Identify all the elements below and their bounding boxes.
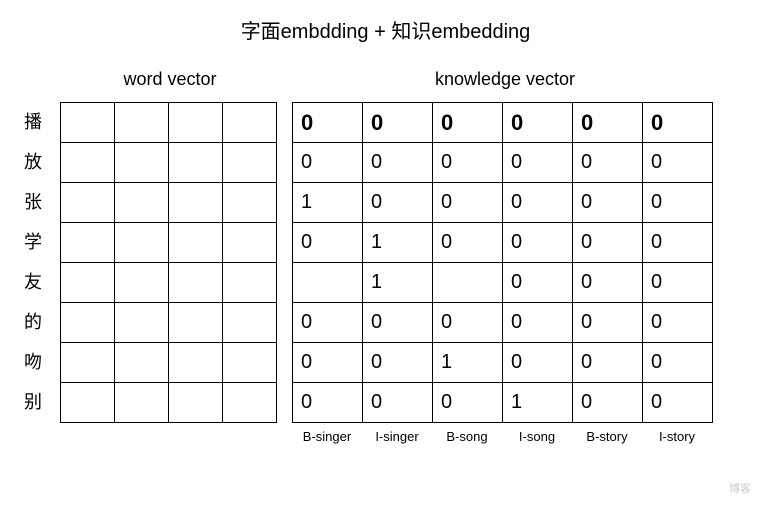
cell: 0 xyxy=(643,303,713,343)
table-row: 0 0 0 1 0 0 xyxy=(293,383,713,423)
cell: 0 xyxy=(363,103,433,143)
cell: 0 xyxy=(573,143,643,183)
cell: 0 xyxy=(433,103,503,143)
cell: 0 xyxy=(643,263,713,303)
cell: 0 xyxy=(293,223,363,263)
cell: 1 xyxy=(363,223,433,263)
table-row xyxy=(61,263,277,303)
row-label: 别 xyxy=(20,382,60,422)
cell: 0 xyxy=(643,223,713,263)
page-title: 字面embdding + 知识embedding xyxy=(20,15,751,44)
table-row xyxy=(61,223,277,263)
cell: 0 xyxy=(363,183,433,223)
cell xyxy=(433,263,503,303)
knowledge-vector-table: 0 0 0 0 0 0 0 0 0 0 0 0 1 0 0 0 0 0 xyxy=(292,102,713,423)
col-label: I-singer xyxy=(362,429,432,444)
table-row: 0 0 0 0 0 0 xyxy=(293,143,713,183)
col-label: B-story xyxy=(572,429,642,444)
row-label: 学 xyxy=(20,222,60,262)
cell: 0 xyxy=(433,383,503,423)
word-vector-label: word vector xyxy=(60,69,280,90)
cell: 0 xyxy=(573,263,643,303)
cell: 1 xyxy=(503,383,573,423)
row-label: 放 xyxy=(20,142,60,182)
cell: 0 xyxy=(573,223,643,263)
cell: 0 xyxy=(293,303,363,343)
cell: 0 xyxy=(573,183,643,223)
row-labels: 播 放 张 学 友 的 吻 别 xyxy=(20,102,60,422)
cell: 0 xyxy=(363,343,433,383)
cell xyxy=(293,263,363,303)
table-row: 1 0 0 0 0 0 xyxy=(293,183,713,223)
table-row xyxy=(61,183,277,223)
table-row xyxy=(61,143,277,183)
cell: 0 xyxy=(503,303,573,343)
col-label: B-song xyxy=(432,429,502,444)
diagram: 播 放 张 学 友 的 吻 别 0 0 0 0 0 0 0 xyxy=(20,102,751,444)
cell: 0 xyxy=(503,343,573,383)
cell: 0 xyxy=(433,183,503,223)
row-label: 的 xyxy=(20,302,60,342)
cell: 0 xyxy=(293,103,363,143)
row-label: 张 xyxy=(20,182,60,222)
cell: 0 xyxy=(573,303,643,343)
cell: 0 xyxy=(363,303,433,343)
knowledge-vector-label: knowledge vector xyxy=(295,69,715,90)
cell: 0 xyxy=(293,143,363,183)
row-label: 吻 xyxy=(20,342,60,382)
cell: 1 xyxy=(363,263,433,303)
cell: 0 xyxy=(573,103,643,143)
cell: 1 xyxy=(433,343,503,383)
cell: 0 xyxy=(643,183,713,223)
cell: 0 xyxy=(503,103,573,143)
cell: 0 xyxy=(643,103,713,143)
cell: 0 xyxy=(293,383,363,423)
table-row: 1 0 0 0 xyxy=(293,263,713,303)
cell: 0 xyxy=(503,223,573,263)
cell: 0 xyxy=(643,383,713,423)
table-row xyxy=(61,343,277,383)
cell: 0 xyxy=(573,343,643,383)
cell: 0 xyxy=(363,383,433,423)
table-row xyxy=(61,103,277,143)
cell: 1 xyxy=(293,183,363,223)
table-row: 0 0 0 0 0 0 xyxy=(293,103,713,143)
row-label: 友 xyxy=(20,262,60,302)
cell: 0 xyxy=(503,183,573,223)
watermark: 博客 xyxy=(729,480,751,496)
cell: 0 xyxy=(643,143,713,183)
cell: 0 xyxy=(503,263,573,303)
cell: 0 xyxy=(503,143,573,183)
word-vector-table xyxy=(60,102,277,423)
cell: 0 xyxy=(433,223,503,263)
cell: 0 xyxy=(643,343,713,383)
cell: 0 xyxy=(433,303,503,343)
col-label: I-song xyxy=(502,429,572,444)
col-label: I-story xyxy=(642,429,712,444)
cell: 0 xyxy=(573,383,643,423)
table-row xyxy=(61,303,277,343)
col-label: B-singer xyxy=(292,429,362,444)
cell: 0 xyxy=(293,343,363,383)
section-labels: word vector knowledge vector xyxy=(20,69,751,90)
cell: 0 xyxy=(363,143,433,183)
column-labels: B-singer I-singer B-song I-song B-story … xyxy=(292,429,713,444)
knowledge-block: 0 0 0 0 0 0 0 0 0 0 0 0 1 0 0 0 0 0 xyxy=(292,102,713,444)
table-row: 0 0 1 0 0 0 xyxy=(293,343,713,383)
row-label: 播 xyxy=(20,102,60,142)
table-row: 0 0 0 0 0 0 xyxy=(293,303,713,343)
cell: 0 xyxy=(433,143,503,183)
table-row xyxy=(61,383,277,423)
table-row: 0 1 0 0 0 0 xyxy=(293,223,713,263)
